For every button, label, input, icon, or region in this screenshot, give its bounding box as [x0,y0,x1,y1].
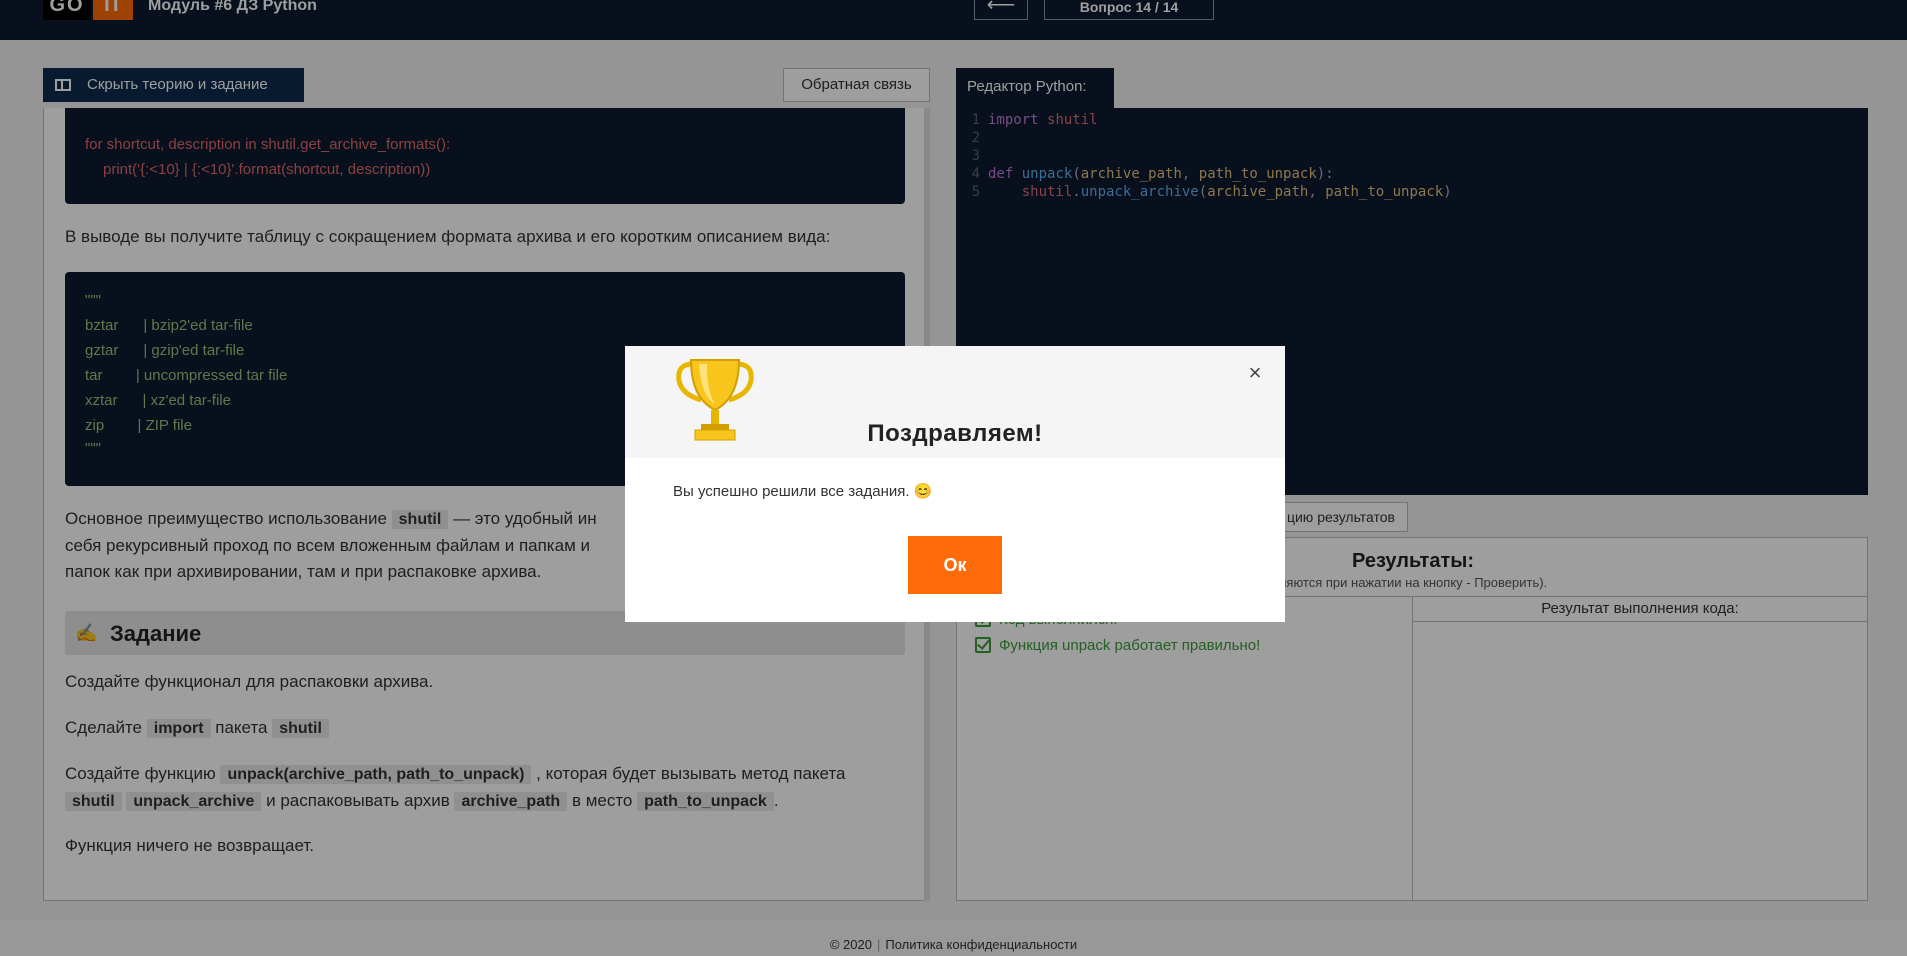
ok-button[interactable]: Ок [908,536,1002,594]
modal-message: Вы успешно решили все задания. 😊 [673,483,933,500]
success-modal: Поздравляем! × Вы успешно решили все зад… [625,346,1285,622]
modal-header: Поздравляем! × [625,346,1285,458]
close-icon[interactable]: × [1245,362,1265,384]
modal-title: Поздравляем! [867,420,1043,447]
